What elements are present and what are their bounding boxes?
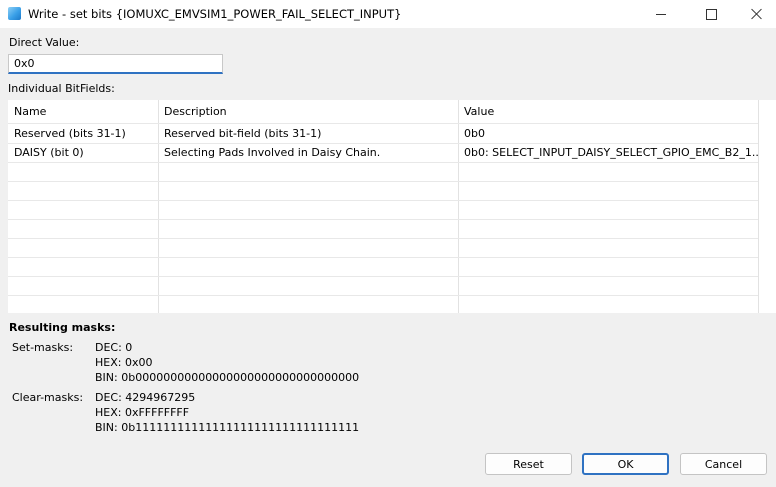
table-row-empty: [8, 295, 758, 313]
clear-mask-dec: DEC: 4294967295: [95, 391, 196, 404]
app-window-icon: [8, 7, 21, 20]
clear-mask-hex: HEX: 0xFFFFFFFF: [95, 406, 190, 419]
set-mask-hex: HEX: 0x00: [95, 356, 153, 369]
table-row-empty: [8, 162, 758, 182]
bitfield-description: Selecting Pads Involved in Daisy Chain.: [164, 146, 381, 159]
table-row[interactable]: Reserved (bits 31-1) Reserved bit-field …: [8, 124, 758, 144]
title-bar: Write - set bits {IOMUXC_EMVSIM1_POWER_F…: [0, 0, 776, 28]
direct-value-label: Direct Value:: [9, 36, 80, 49]
column-header-value[interactable]: Value: [458, 100, 758, 123]
table-row-empty: [8, 238, 758, 258]
close-icon: [750, 8, 762, 20]
window-title: Write - set bits {IOMUXC_EMVSIM1_POWER_F…: [28, 7, 402, 21]
bitfield-name: Reserved (bits 31-1): [14, 127, 126, 140]
minimize-icon: [656, 13, 666, 15]
table-row-empty: [8, 219, 758, 239]
bitfield-name: DAISY (bit 0): [14, 146, 84, 159]
clear-mask-bin: BIN: 0b11111111111111111111111111111111: [95, 421, 360, 434]
cancel-button[interactable]: Cancel: [680, 453, 767, 475]
minimize-button[interactable]: [638, 0, 684, 28]
set-masks-label: Set-masks:: [12, 341, 74, 354]
column-header-name[interactable]: Name: [8, 100, 158, 123]
direct-value-input[interactable]: [8, 54, 223, 74]
table-row-empty: [8, 200, 758, 220]
bitfield-value[interactable]: 0b0: [458, 124, 758, 143]
column-divider: [758, 100, 759, 313]
ok-button[interactable]: OK: [582, 453, 669, 475]
column-header-description[interactable]: Description: [158, 100, 458, 123]
maximize-icon: [705, 8, 717, 20]
clear-masks-label: Clear-masks:: [12, 391, 84, 404]
bitfields-label: Individual BitFields:: [8, 82, 115, 95]
resulting-masks-title: Resulting masks:: [9, 321, 116, 334]
close-button[interactable]: [736, 0, 776, 28]
set-mask-dec: DEC: 0: [95, 341, 133, 354]
table-row-empty: [8, 181, 758, 201]
table-row-empty: [8, 257, 758, 277]
table-row-empty: [8, 276, 758, 296]
bitfield-value[interactable]: 0b0: SELECT_INPUT_DAISY_SELECT_GPIO_EMC_…: [458, 143, 758, 162]
reset-button[interactable]: Reset: [485, 453, 572, 475]
bitfields-table[interactable]: Name Description Value Reserved (bits 31…: [8, 100, 776, 313]
table-row[interactable]: DAISY (bit 0) Selecting Pads Involved in…: [8, 143, 758, 163]
maximize-button[interactable]: [688, 0, 734, 28]
table-header: Name Description Value: [8, 100, 758, 124]
bitfield-description: Reserved bit-field (bits 31-1): [164, 127, 322, 140]
set-mask-bin: BIN: 0b00000000000000000000000000000000: [95, 371, 360, 384]
